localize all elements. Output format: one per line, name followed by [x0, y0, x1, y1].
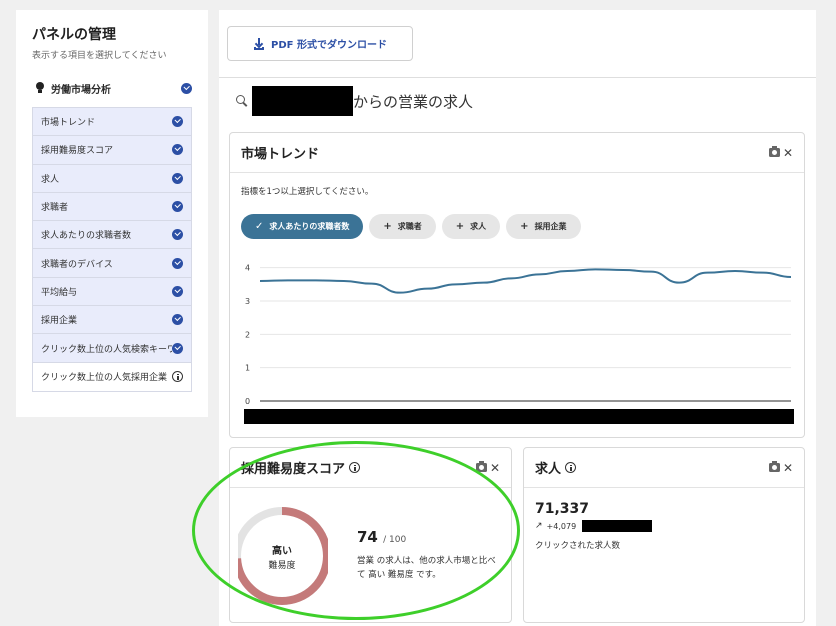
close-icon[interactable]: ✕ — [490, 462, 500, 474]
download-icon — [253, 37, 265, 50]
y-tick-label: 2 — [245, 330, 250, 339]
sidebar-item-seekers-per-job[interactable]: 求人あたりの求職者数 — [33, 221, 191, 250]
sidebar-item-label: 求職者のデバイス — [41, 259, 113, 270]
sidebar-subtitle: 表示する項目を選択してください — [32, 51, 167, 61]
pdf-download-label: PDF 形式でダウンロード — [271, 40, 387, 51]
sidebar-item-jobs[interactable]: 求人 — [33, 164, 191, 193]
card-header: 採用難易度スコア ✕ — [230, 448, 511, 488]
sidebar-item-label: 求人あたりの求職者数 — [41, 231, 132, 242]
search-heading-text: からの営業の求人 — [353, 92, 474, 111]
camera-icon[interactable] — [768, 461, 780, 472]
divider — [219, 77, 816, 78]
pdf-download-button[interactable]: PDF 形式でダウンロード — [227, 26, 413, 61]
info-icon[interactable] — [565, 462, 577, 473]
sidebar-item-employers[interactable]: 採用企業 — [33, 306, 191, 335]
check-circle-icon[interactable] — [172, 285, 183, 297]
card-tools: ✕ — [768, 461, 793, 474]
sidebar-item-label: 求職者 — [41, 203, 69, 214]
score-number: 74 — [357, 528, 378, 546]
redacted-location — [252, 86, 353, 116]
sidebar-item-job-seekers[interactable]: 求職者 — [33, 192, 191, 222]
check-circle-icon[interactable] — [172, 342, 183, 354]
jobs-delta-value: +4,079 — [546, 521, 577, 531]
panel-manager-sidebar: パネルの管理 表示する項目を選択してください 労働市場分析 市場トレンド 採用難… — [16, 10, 208, 417]
sidebar-item-average-salary[interactable]: 平均給与 — [33, 277, 191, 307]
info-icon[interactable] — [172, 371, 183, 383]
search-heading: からの営業の求人 — [236, 86, 473, 116]
check-circle-icon[interactable] — [172, 172, 183, 184]
y-tick-label: 0 — [245, 397, 250, 406]
market-trend-card: 市場トレンド ✕ 指標を1つ以上選択してください。 ✓ 求人あたりの求職者数 +… — [229, 132, 805, 438]
sidebar-group-label: 労働市場分析 — [51, 84, 111, 96]
sidebar-item-difficulty-score[interactable]: 採用難易度スコア — [33, 136, 191, 165]
y-tick-label: 4 — [245, 264, 250, 273]
sidebar-item-seeker-devices[interactable]: 求職者のデバイス — [33, 249, 191, 278]
search-icon — [236, 95, 248, 107]
sidebar-item-label: クリック数上位の人気検索キーワード — [41, 344, 172, 355]
sidebar-item-top-employers[interactable]: クリック数上位の人気採用企業 — [33, 362, 191, 391]
score-max: / 100 — [383, 535, 407, 545]
y-tick-label: 1 — [245, 364, 250, 373]
series-line — [259, 268, 792, 294]
check-circle-icon[interactable] — [172, 229, 183, 241]
info-icon[interactable] — [349, 462, 361, 473]
sidebar-item-label: 採用難易度スコア — [41, 146, 114, 157]
jobs-card: 求人 ✕ 71,337 ↗ +4,079 クリックされた求人数 — [523, 447, 805, 623]
difficulty-score-card: 採用難易度スコア ✕ 高い 難易度 74 / 100 営業 の求人は、他の求人市… — [229, 447, 512, 623]
sidebar-item-market-trend[interactable]: 市場トレンド — [33, 108, 191, 137]
jobs-description: クリックされた求人数 — [535, 541, 621, 551]
card-header: 求人 ✕ — [524, 448, 804, 488]
check-circle-icon[interactable] — [172, 314, 183, 326]
sidebar-item-label: クリック数上位の人気採用企業 — [41, 373, 168, 384]
card-title: 求人 — [535, 462, 562, 477]
sidebar-item-label: 市場トレンド — [41, 118, 96, 129]
sidebar-group-labor-market[interactable]: 労働市場分析 — [32, 79, 192, 97]
trending-up-icon: ↗ — [535, 521, 543, 531]
ring-label-difficulty: 難易度 — [268, 559, 295, 571]
score-value: 74 / 100 — [357, 528, 406, 546]
sidebar-item-top-keywords[interactable]: クリック数上位の人気検索キーワード — [33, 334, 191, 363]
check-circle-icon[interactable] — [181, 82, 192, 94]
card-tools: ✕ — [475, 461, 500, 474]
main-panel: PDF 形式でダウンロード からの営業の求人 市場トレンド ✕ 指標を1つ以上選… — [219, 10, 816, 626]
jobs-count: 71,337 — [535, 501, 590, 517]
sidebar-item-list: 市場トレンド 採用難易度スコア 求人 求職者 求人あたりの求職者数 求職者のデバ… — [32, 107, 192, 392]
check-circle-icon[interactable] — [172, 201, 183, 213]
sidebar-item-label: 求人 — [41, 174, 60, 185]
check-circle-icon[interactable] — [172, 116, 183, 128]
sidebar-item-label: 平均給与 — [41, 287, 78, 298]
redacted-x-axis — [244, 409, 794, 424]
jobs-delta: ↗ +4,079 — [535, 520, 653, 532]
sidebar-item-label: 採用企業 — [41, 316, 78, 327]
close-icon[interactable]: ✕ — [783, 462, 793, 474]
check-circle-icon[interactable] — [172, 257, 183, 269]
y-tick-label: 3 — [245, 297, 250, 306]
card-title: 採用難易度スコア — [241, 462, 346, 477]
trend-line-chart: 0 1 2 3 4 — [245, 264, 792, 406]
check-circle-icon[interactable] — [172, 144, 183, 156]
score-description: 営業 の求人は、他の求人市場と比べて 高い 難易度 です。 — [357, 556, 496, 580]
redacted-period — [582, 520, 653, 532]
ring-label-high: 高い — [272, 544, 292, 557]
sidebar-title: パネルの管理 — [32, 27, 116, 43]
camera-icon[interactable] — [475, 461, 487, 472]
difficulty-ring: 高い 難易度 — [238, 507, 328, 605]
lightbulb-icon — [34, 81, 46, 95]
